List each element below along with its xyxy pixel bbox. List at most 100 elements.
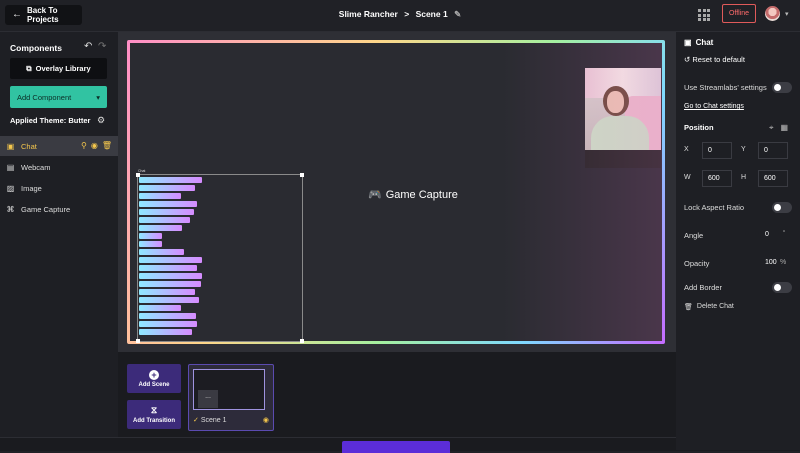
grid-icon[interactable]: ▦: [781, 123, 789, 133]
resize-handle[interactable]: [300, 339, 304, 343]
add-border-label: Add Border: [684, 283, 722, 292]
delete-chat-button[interactable]: 🗑 Delete Chat: [684, 303, 734, 311]
properties-panel: ▣ Chat ↺ Reset to default Use Streamlabs…: [676, 32, 800, 450]
component-actions: ⚲ ◉ 🗑: [81, 141, 112, 150]
chat-message: [139, 201, 197, 207]
caret-down-icon: ▾: [96, 92, 100, 102]
editor-canvas: 🎮 Game Capture Chat: [118, 32, 676, 352]
angle-stepper-icon[interactable]: ˚: [783, 231, 785, 238]
w-label: W: [684, 174, 691, 181]
undo-icon[interactable]: ↶: [84, 41, 92, 52]
component-item-game-capture[interactable]: ⌘ Game Capture: [0, 199, 118, 219]
align-icon[interactable]: ⌖: [769, 123, 774, 133]
properties-title-label: Chat: [695, 38, 714, 47]
h-label: H: [741, 174, 747, 181]
webcam-source[interactable]: [585, 68, 661, 168]
chat-message: [139, 193, 181, 199]
use-streamlabs-settings-toggle[interactable]: [772, 82, 792, 93]
go-live-button[interactable]: [342, 441, 450, 453]
external-link-icon: ⧉: [26, 63, 32, 73]
angle-label: Angle: [684, 231, 704, 240]
reset-label: Reset to default: [692, 55, 745, 64]
angle-input[interactable]: 0: [765, 231, 769, 238]
transition-icon: ⧖: [150, 405, 158, 415]
gamepad-icon: 🎮: [368, 189, 382, 201]
chat-message: [139, 225, 182, 231]
chat-message: [139, 305, 181, 311]
component-label: Game Capture: [21, 204, 71, 214]
add-border-toggle[interactable]: [772, 282, 792, 293]
add-transition-label: Add Transition: [133, 418, 175, 424]
breadcrumb-project[interactable]: Slime Rancher: [339, 9, 398, 19]
x-label: X: [684, 146, 689, 153]
gamepad-icon: ⌘: [6, 204, 15, 214]
webcam-icon: ▤: [6, 162, 15, 172]
y-input[interactable]: 0: [758, 142, 788, 159]
check-icon: ✓: [193, 417, 199, 424]
eye-icon[interactable]: ◉: [91, 141, 98, 150]
resize-handle[interactable]: [136, 339, 140, 343]
offline-status-button[interactable]: Offline: [722, 4, 756, 23]
component-label: Image: [21, 183, 42, 193]
chat-message: [139, 313, 196, 319]
x-input[interactable]: 0: [702, 142, 732, 159]
pencil-icon[interactable]: ✎: [454, 9, 461, 19]
chat-message: [139, 217, 190, 223]
properties-title: ▣ Chat: [684, 38, 713, 47]
component-list: ▣ Chat ⚲ ◉ 🗑 ▤ Webcam ▨ Image ⌘ Game Cap…: [0, 136, 118, 220]
chat-icon: ▣: [6, 141, 15, 151]
game-capture-source[interactable]: 🎮 Game Capture: [368, 188, 458, 202]
component-item-image[interactable]: ▨ Image: [0, 178, 118, 198]
y-label: Y: [741, 146, 746, 153]
redo-icon[interactable]: ↷: [98, 41, 106, 52]
chat-message: [139, 281, 201, 287]
opacity-label: Opacity: [684, 259, 710, 268]
add-transition-button[interactable]: ⧖ Add Transition: [127, 400, 181, 429]
add-scene-button[interactable]: + Add Scene: [127, 364, 181, 393]
overlay-library-button[interactable]: ⧉ Overlay Library: [10, 58, 107, 79]
image-icon: ▨: [6, 183, 15, 193]
add-component-label: Add Component: [17, 92, 72, 102]
game-capture-label: Game Capture: [385, 188, 458, 201]
chat-message: [139, 265, 197, 271]
resize-handle[interactable]: [300, 173, 304, 177]
height-input[interactable]: 600: [758, 170, 788, 187]
trash-icon[interactable]: 🗑: [102, 141, 112, 150]
apps-grid-icon[interactable]: [698, 9, 710, 21]
more-options-button[interactable]: ...: [198, 390, 218, 408]
chat-message: [139, 185, 195, 191]
eye-icon[interactable]: ◉: [263, 416, 269, 424]
chat-settings-link[interactable]: Go to Chat settings: [684, 103, 744, 110]
chat-icon: ▣: [684, 38, 692, 47]
opacity-unit: %: [780, 259, 787, 266]
reset-to-default-button[interactable]: ↺ Reset to default: [684, 55, 745, 64]
scene-thumbnail: ...: [193, 369, 265, 410]
component-label: Chat: [21, 141, 37, 151]
scene-card[interactable]: ... ✓ Scene 1 ◉: [188, 364, 274, 431]
add-component-dropdown[interactable]: Add Component ▾: [10, 86, 107, 108]
opacity-input[interactable]: 100: [765, 259, 777, 266]
scene-name-label: Scene 1: [200, 417, 227, 424]
breadcrumb-scene: Scene 1: [415, 9, 448, 19]
chat-message: [139, 321, 197, 327]
chevron-down-icon[interactable]: ▾: [785, 10, 789, 18]
add-scene-label: Add Scene: [138, 381, 170, 388]
component-item-chat[interactable]: ▣ Chat ⚲ ◉ 🗑: [0, 136, 118, 156]
lock-aspect-ratio-label: Lock Aspect Ratio: [684, 203, 745, 212]
breadcrumb: Slime Rancher > Scene 1 ✎: [0, 9, 800, 20]
chat-message: [139, 273, 202, 279]
delete-chat-label: Delete Chat: [696, 303, 734, 310]
overlay-library-label: Overlay Library: [35, 64, 91, 73]
lock-icon[interactable]: ⚲: [81, 141, 87, 150]
width-input[interactable]: 600: [702, 170, 732, 187]
chat-message: [139, 177, 202, 183]
plus-icon: +: [149, 369, 159, 380]
position-tools: ⌖ ▦: [769, 123, 788, 133]
component-item-webcam[interactable]: ▤ Webcam: [0, 157, 118, 177]
applied-theme-label: Applied Theme: Butter: [10, 116, 91, 125]
avatar[interactable]: [765, 6, 780, 21]
overlay-frame[interactable]: 🎮 Game Capture Chat: [127, 40, 665, 344]
lock-aspect-ratio-toggle[interactable]: [772, 202, 792, 213]
theme-settings-icon[interactable]: ⚙: [97, 115, 105, 126]
chat-message: [139, 297, 199, 303]
